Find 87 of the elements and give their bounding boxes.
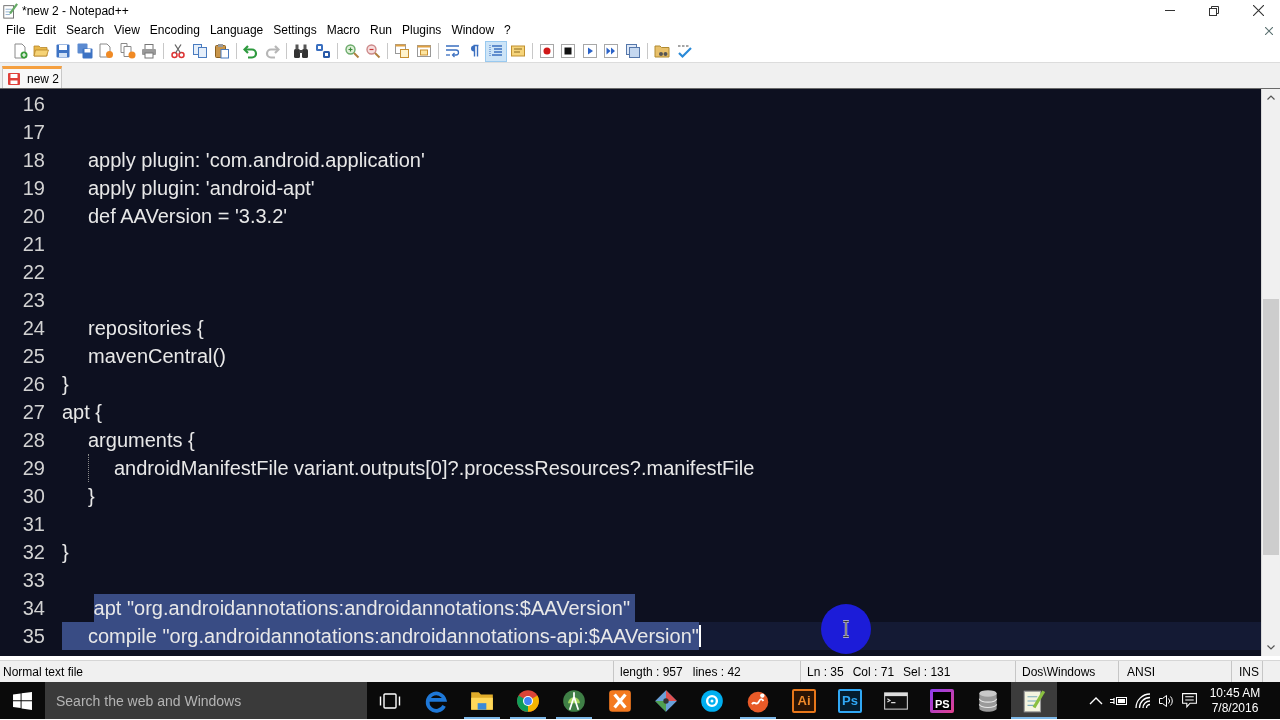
code-text: arguments { [88,428,195,453]
menu-item[interactable]: Window [446,22,500,39]
line-number: 17 [21,120,46,145]
menu-item[interactable]: Encoding [144,22,205,39]
code-text: apply plugin: 'com.android.application' [88,148,425,173]
close-icon[interactable] [1265,26,1273,35]
battery-plug-icon[interactable] [1109,694,1128,707]
line-number: 34 [21,596,46,621]
code-text: androidManifestFile variant.outputs[0]?.processResources?.manifestFile [114,456,755,481]
code-text: apt "org.androidannotations:androidannotations:$AAVersion" [93,594,635,622]
line-number: 21 [21,232,46,257]
caret-icon [698,625,701,647]
code-text: } [88,484,95,509]
line-number: 29 [21,456,46,481]
taskbar-app-button[interactable]: Ps [827,682,873,719]
window-title: *new 2 - Notepad++ [22,3,129,18]
line-number: 33 [21,568,46,593]
line-number: 23 [21,288,46,313]
chevron-up-icon[interactable] [1088,696,1103,705]
wifi-icon[interactable] [1134,692,1151,709]
code-text: apply plugin: 'android-apt' [88,176,315,201]
line-number: 27 [21,400,46,425]
line-number: 22 [21,260,46,285]
code-text: repositories { [88,316,204,341]
line-number: 20 [21,204,46,229]
menu-item[interactable]: Run [365,22,397,39]
code-text: def AAVersion = '3.3.2' [88,204,288,229]
line-number: 25 [21,344,46,369]
taskbar-app-button[interactable] [1011,682,1057,719]
code-text: } [62,540,69,565]
status-text: lines : 42 [692,664,741,679]
menu-item[interactable]: File [1,22,31,39]
close-icon[interactable] [1252,5,1264,16]
menu-item[interactable]: View [109,22,145,39]
status-text: Ln : 35 [807,664,844,679]
line-number: 24 [21,316,46,341]
line-number: 18 [21,148,46,173]
target-logo-icon[interactable] [699,687,725,714]
scrollbar-thumb[interactable] [1263,299,1279,555]
status-text: length : 957 [620,664,683,679]
code-text: } [62,372,69,397]
ps-tile-icon[interactable]: PS [930,688,954,713]
status-text: Col : 71 [852,664,895,679]
circle-logo-icon[interactable] [515,687,541,714]
line-number: 16 [21,92,46,117]
ps-tile-icon[interactable]: Ps [838,688,862,713]
scroll-up-icon[interactable] [1267,95,1275,100]
line-number: 31 [21,512,46,537]
speaker-icon[interactable] [1157,692,1174,709]
line-number: 35 [21,624,46,649]
task-view-icon[interactable] [379,691,401,710]
menu-item[interactable]: Edit [30,22,62,39]
taskbar-app-button[interactable]: PS [919,682,965,719]
cursor-highlight-icon [821,604,871,654]
compass-logo-icon[interactable] [561,687,587,714]
line-number: 26 [21,372,46,397]
code-text: apt { [62,400,103,425]
cross-tile-icon[interactable] [607,687,633,714]
menu-item[interactable]: Language [204,22,269,39]
menu-item[interactable]: Plugins [397,22,447,39]
status-text: Dos\Windows [1022,664,1096,679]
scroll-down-icon[interactable] [1267,645,1275,650]
status-text: INS [1239,664,1259,679]
status-text: Sel : 131 [903,664,951,679]
status-text: ANSI [1127,664,1155,679]
ai-tile-icon[interactable]: Ai [792,688,816,713]
line-number: 19 [21,176,46,201]
vertical-scrollbar[interactable] [1261,89,1280,656]
menu-item[interactable]: ? [499,22,516,39]
menu-item[interactable]: Settings [268,22,322,39]
clock-date: 7/8/2016 [1211,700,1259,716]
restore-icon[interactable] [1209,5,1219,16]
document-tab[interactable]: new 2 [2,66,62,88]
menu-item[interactable]: Macro [321,22,365,39]
code-text: compile "org.androidannotations:androidannotations-api:$AAVersion" [88,622,699,650]
notepad-icon[interactable] [1021,687,1047,714]
code-text: mavenCentral() [88,344,226,369]
clock-time: 10:45 AM [1209,685,1261,701]
windows-logo-icon[interactable] [13,691,32,710]
taskbar-app-button[interactable]: Ai [781,682,827,719]
menu-item[interactable]: Search [61,22,110,39]
status-text: Normal text file [3,664,84,679]
notification-icon[interactable] [1180,692,1198,709]
line-number: 28 [21,428,46,453]
line-number: 30 [21,484,46,509]
line-number: 32 [21,540,46,565]
search-field[interactable]: Search the web and Windows [45,682,367,719]
